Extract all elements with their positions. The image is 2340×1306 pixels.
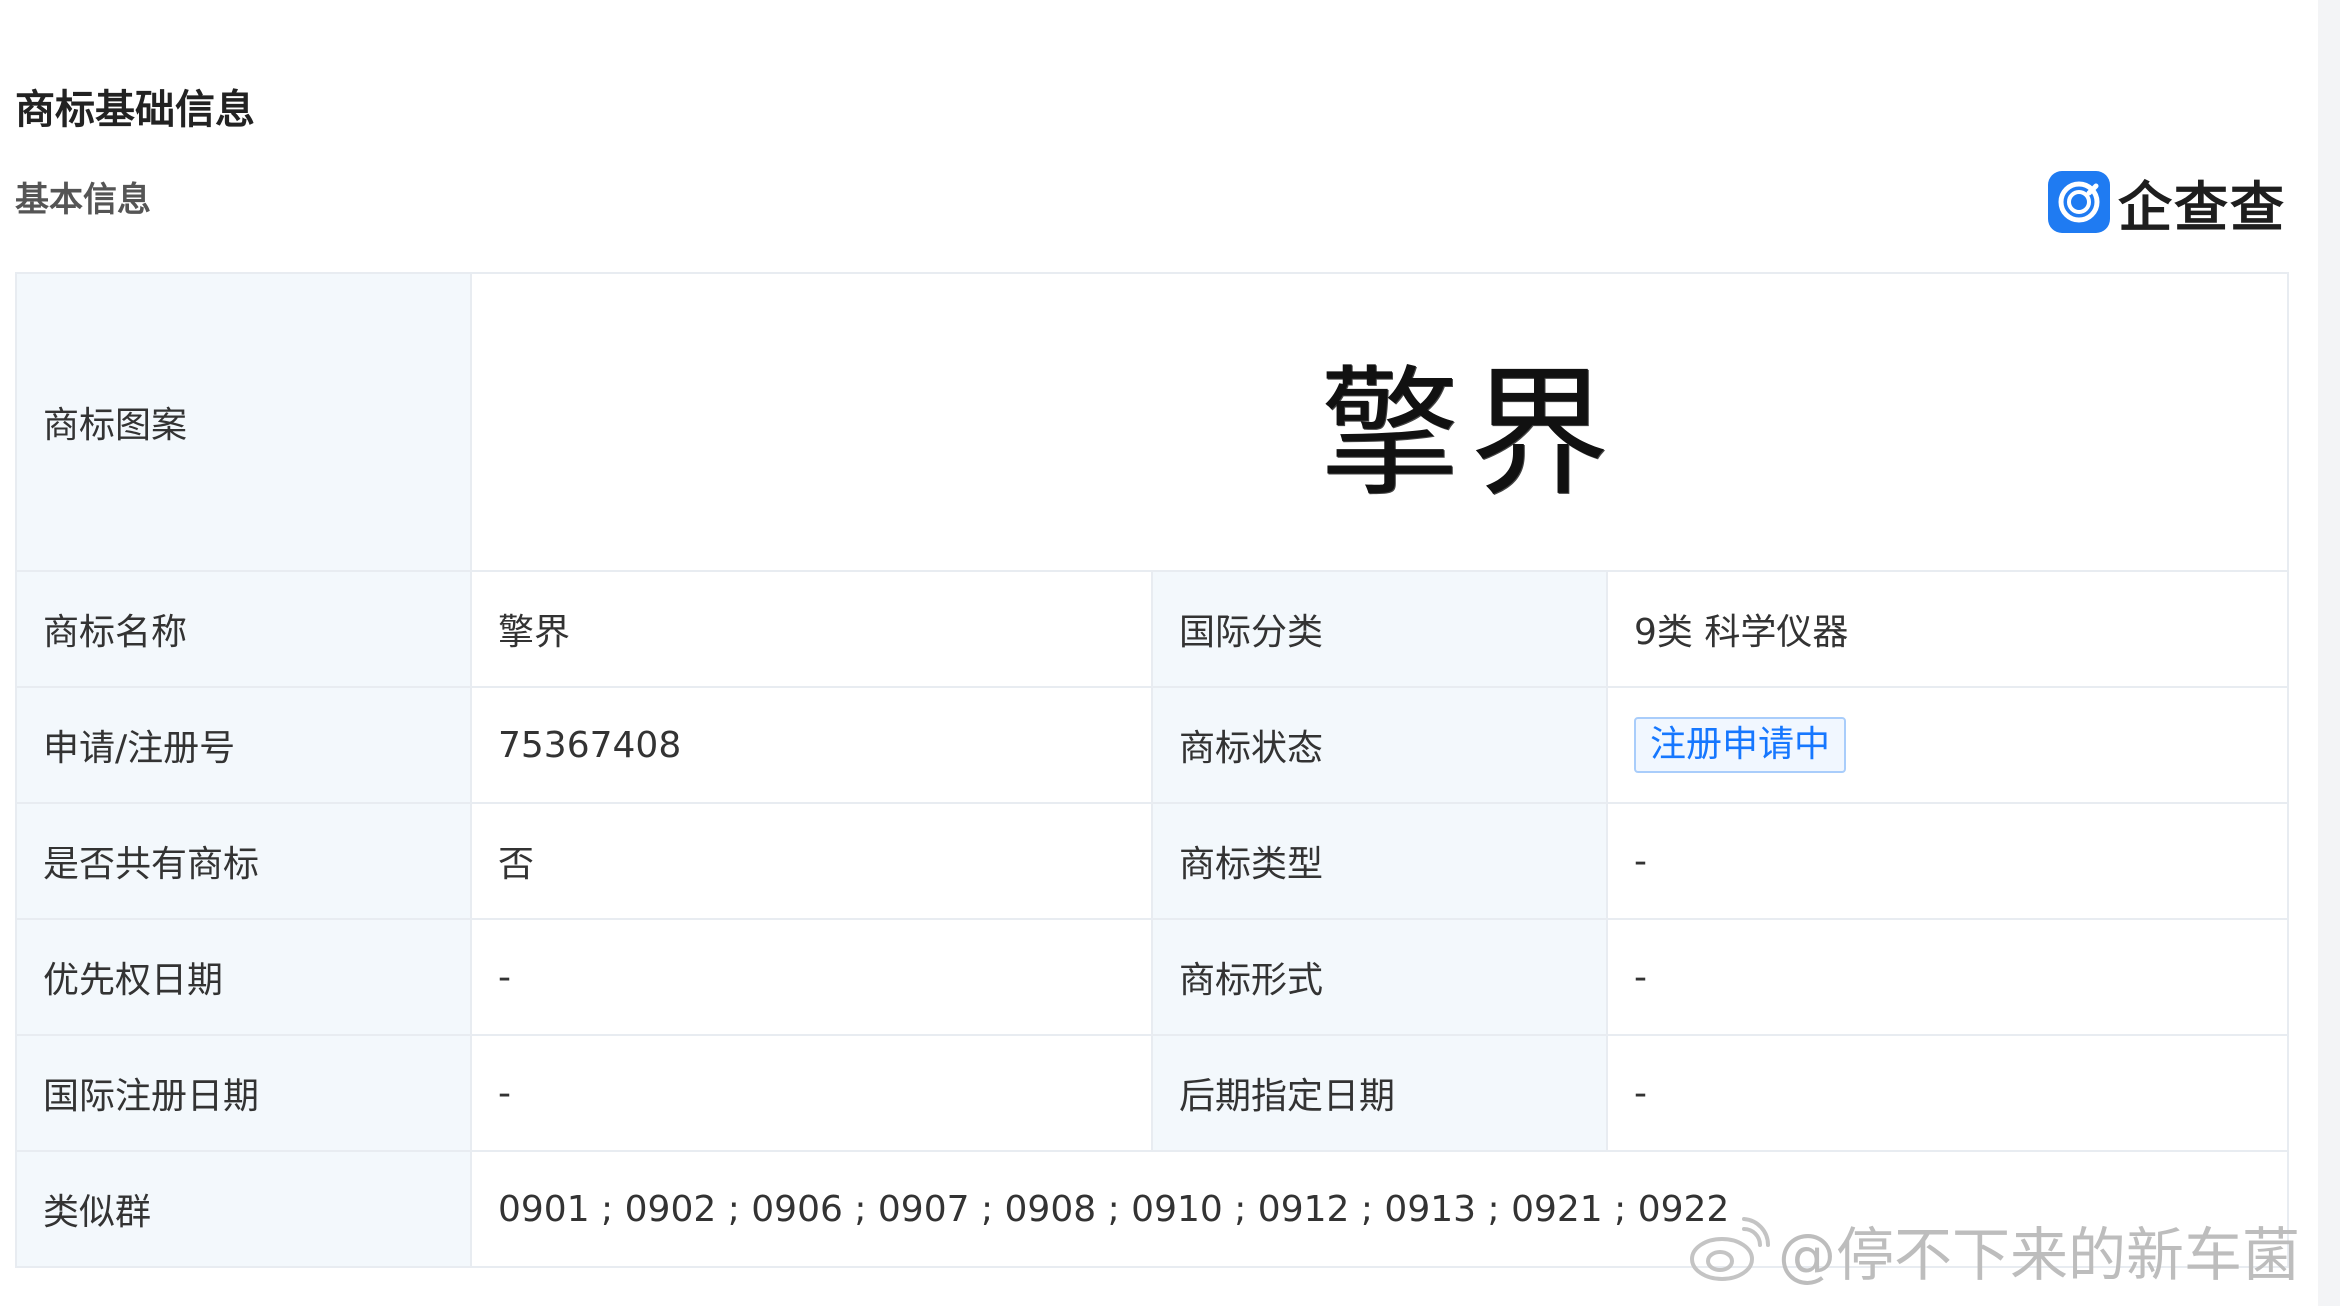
value-trademark-type: -: [1606, 802, 2289, 920]
table-row: 优先权日期 - 商标形式 -: [15, 918, 2289, 1036]
label-trademark-name: 商标名称: [15, 570, 472, 688]
value-later-designation-date: -: [1606, 1034, 2289, 1152]
value-trademark-name: 擎界: [470, 570, 1153, 688]
value-reg-number: 75367408: [470, 686, 1153, 804]
qichacha-logo-icon: [2048, 171, 2110, 233]
value-priority-date: -: [470, 918, 1153, 1036]
table-row: 商标名称 擎界 国际分类 9类 科学仪器: [15, 570, 2289, 688]
watermark-text: @停不下来的新车菌: [1778, 1221, 2301, 1289]
label-trademark-form: 商标形式: [1151, 918, 1608, 1036]
value-intl-class: 9类 科学仪器: [1606, 570, 2289, 688]
label-intl-class: 国际分类: [1151, 570, 1608, 688]
table-row: 申请/注册号 75367408 商标状态 注册申请中: [15, 686, 2289, 804]
status-badge: 注册申请中: [1634, 717, 1847, 773]
table-row: 是否共有商标 否 商标类型 -: [15, 802, 2289, 920]
trademark-image-cell: 擎界: [470, 272, 2289, 572]
trademark-info-table: 商标图案 擎界 商标名称 擎界 国际分类 9类 科学仪器 申请/注册号 7536…: [15, 272, 2289, 1268]
label-reg-number: 申请/注册号: [15, 686, 472, 804]
value-trademark-form: -: [1606, 918, 2289, 1036]
label-similar-group: 类似群: [15, 1150, 472, 1268]
logo-text: 企查查: [2118, 175, 2286, 239]
label-priority-date: 优先权日期: [15, 918, 472, 1036]
label-trademark-image: 商标图案: [15, 272, 472, 572]
qichacha-logo: 企查查: [2048, 170, 2286, 239]
trademark-image: 擎界: [1319, 353, 1620, 516]
value-trademark-status-cell: 注册申请中: [1606, 686, 2289, 804]
table-row: 国际注册日期 - 后期指定日期 -: [15, 1034, 2289, 1152]
sub-title: 基本信息: [15, 180, 151, 220]
value-intl-reg-date: -: [470, 1034, 1153, 1152]
label-trademark-type: 商标类型: [1151, 802, 1608, 920]
value-co-owned: 否: [470, 802, 1153, 920]
label-trademark-status: 商标状态: [1151, 686, 1608, 804]
trademark-image-row: 商标图案 擎界: [15, 272, 2289, 572]
label-co-owned: 是否共有商标: [15, 802, 472, 920]
weibo-watermark: @停不下来的新车菌: [1686, 1210, 2300, 1290]
label-later-designation-date: 后期指定日期: [1151, 1034, 1608, 1152]
section-title: 商标基础信息: [15, 87, 255, 133]
weibo-icon: [1690, 1217, 1770, 1281]
right-edge-strip: [2318, 0, 2340, 1306]
label-intl-reg-date: 国际注册日期: [15, 1034, 472, 1152]
